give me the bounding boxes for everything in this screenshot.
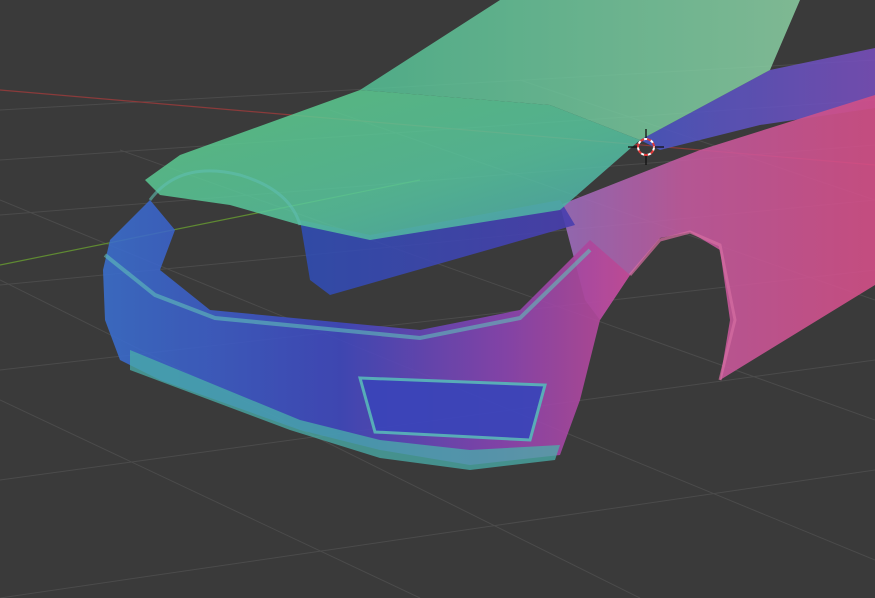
car-model[interactable] — [103, 0, 875, 470]
car-grille-intake[interactable] — [358, 376, 547, 442]
viewport-canvas[interactable] — [0, 0, 875, 598]
3d-viewport[interactable] — [0, 0, 875, 598]
